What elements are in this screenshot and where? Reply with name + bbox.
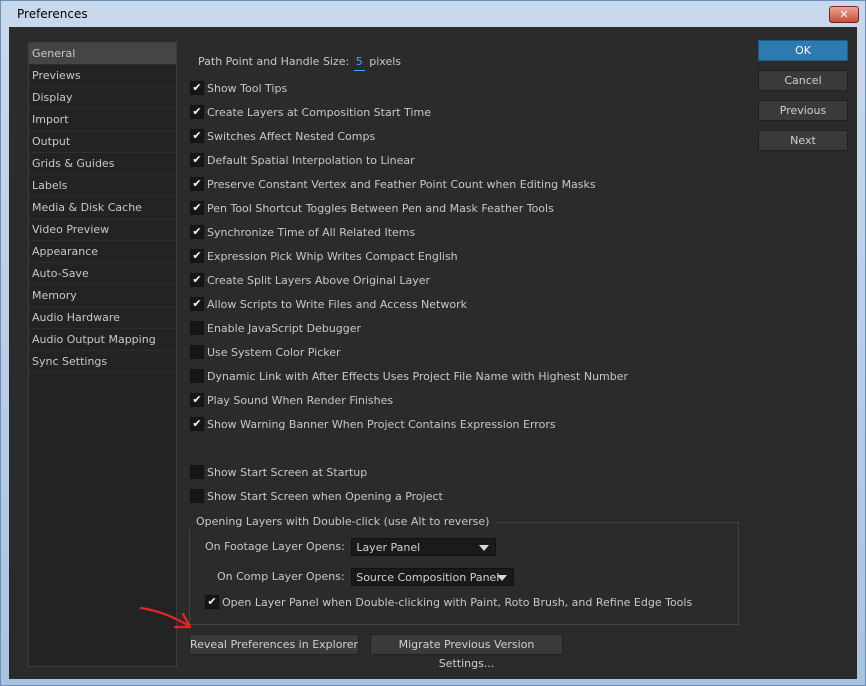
sidebar-item-audio-output-mapping[interactable]: Audio Output Mapping xyxy=(29,329,176,351)
checkbox-row[interactable]: ✔ Show Tool Tips xyxy=(190,81,287,97)
checkbox[interactable] xyxy=(190,465,204,479)
reveal-preferences-button[interactable]: Reveal Preferences in Explorer xyxy=(189,634,359,655)
checkbox-row[interactable]: ✔ Show Warning Banner When Project Contai… xyxy=(190,417,556,433)
checkbox-label: Show Start Screen when Opening a Project xyxy=(207,490,443,503)
checkbox-label: Show Tool Tips xyxy=(207,82,288,95)
checkbox[interactable]: ✔ xyxy=(190,393,204,407)
cancel-button[interactable]: Cancel xyxy=(758,70,848,91)
checkbox-row[interactable]: ✔ Create Split Layers Above Original Laye… xyxy=(190,273,430,289)
next-button[interactable]: Next xyxy=(758,130,848,151)
sidebar-item-grids-guides[interactable]: Grids & Guides xyxy=(29,153,176,175)
checkbox[interactable]: ✔ xyxy=(190,201,204,215)
checkbox-row[interactable]: ✔ Preserve Constant Vertex and Feather Po… xyxy=(190,177,596,193)
checkbox-row[interactable]: ✔ Pen Tool Shortcut Toggles Between Pen a… xyxy=(190,201,554,217)
checkbox-row[interactable]: ✔ Open Layer Panel when Double-clicking w… xyxy=(205,595,692,611)
preferences-window: Preferences ✕ General Previews Display I… xyxy=(0,0,866,686)
checkbox-label: Use System Color Picker xyxy=(207,346,341,359)
checkbox-label: Dynamic Link with After Effects Uses Pro… xyxy=(207,370,629,383)
category-list: General Previews Display Import Output G… xyxy=(28,42,177,667)
checkbox-label: Default Spatial Interpolation to Linear xyxy=(207,154,415,167)
checkbox[interactable]: ✔ xyxy=(190,297,204,311)
checkbox-row[interactable]: Enable JavaScript Debugger xyxy=(190,321,361,337)
checkbox-label: Synchronize Time of All Related Items xyxy=(207,226,416,239)
checkbox-label: Expression Pick Whip Writes Compact Engl… xyxy=(207,250,458,263)
checkbox[interactable] xyxy=(190,369,204,383)
opening-layers-group-title: Opening Layers with Double-click (use Al… xyxy=(188,515,498,529)
sidebar-item-output[interactable]: Output xyxy=(29,131,176,153)
sidebar-item-memory[interactable]: Memory xyxy=(29,285,176,307)
path-point-unit: pixels xyxy=(369,55,401,68)
migrate-settings-button[interactable]: Migrate Previous Version Settings... xyxy=(370,634,563,670)
checkbox[interactable] xyxy=(190,345,204,359)
checkbox-row[interactable]: Dynamic Link with After Effects Uses Pro… xyxy=(190,369,628,385)
sidebar-item-auto-save[interactable]: Auto-Save xyxy=(29,263,176,285)
sidebar-item-audio-hardware[interactable]: Audio Hardware xyxy=(29,307,176,329)
checkbox-row[interactable]: ✔ Switches Affect Nested Comps xyxy=(190,129,375,145)
footage-layer-value: Layer Panel xyxy=(356,541,421,554)
chevron-down-icon xyxy=(479,545,490,551)
comp-layer-dropdown[interactable]: Source Composition Panel xyxy=(351,568,515,586)
checkbox-label: Create Split Layers Above Original Layer xyxy=(207,274,431,287)
checkbox-row[interactable]: ✔ Expression Pick Whip Writes Compact Eng… xyxy=(190,249,458,265)
previous-button[interactable]: Previous xyxy=(758,100,848,121)
close-button[interactable]: ✕ xyxy=(829,6,859,23)
checkbox-label: Pen Tool Shortcut Toggles Between Pen an… xyxy=(207,202,554,215)
checkbox-label: Open Layer Panel when Double-clicking wi… xyxy=(222,596,693,609)
checkbox[interactable]: ✔ xyxy=(190,81,204,95)
sidebar-item-appearance[interactable]: Appearance xyxy=(29,241,176,263)
checkbox-label: Play Sound When Render Finishes xyxy=(207,394,394,407)
sidebar-item-display[interactable]: Display xyxy=(29,87,176,109)
checkbox-label: Enable JavaScript Debugger xyxy=(207,322,362,335)
footage-layer-setting: On Footage Layer Opens: Layer Panel xyxy=(205,537,497,557)
checkbox-label: Allow Scripts to Write Files and Access … xyxy=(207,298,467,311)
checkbox[interactable]: ✔ xyxy=(190,225,204,239)
checkbox-label: Create Layers at Composition Start Time xyxy=(207,106,431,119)
checkbox-label: Show Start Screen at Startup xyxy=(207,466,368,479)
general-settings-panel: Path Point and Handle Size: 5 pixels ✔ Sh… xyxy=(188,27,749,679)
title-bar[interactable]: Preferences ✕ xyxy=(1,1,865,27)
path-point-size-input[interactable]: 5 xyxy=(353,54,365,71)
checkbox-row[interactable]: Use System Color Picker xyxy=(190,345,341,361)
checkbox-row[interactable]: ✔ Default Spatial Interpolation to Linear xyxy=(190,153,415,169)
sidebar-item-import[interactable]: Import xyxy=(29,109,176,131)
close-icon: ✕ xyxy=(839,8,849,21)
checkbox[interactable]: ✔ xyxy=(190,153,204,167)
sidebar-item-video-preview[interactable]: Video Preview xyxy=(29,219,176,241)
comp-layer-setting: On Comp Layer Opens: Source Composition … xyxy=(217,567,515,587)
checkbox-label: Switches Affect Nested Comps xyxy=(207,130,376,143)
chevron-down-icon xyxy=(497,575,508,581)
checkbox-label: Show Warning Banner When Project Contain… xyxy=(207,418,556,431)
window-title: Preferences xyxy=(17,7,88,21)
sidebar-item-labels[interactable]: Labels xyxy=(29,175,176,197)
sidebar-item-general[interactable]: General xyxy=(29,43,176,65)
checkbox[interactable]: ✔ xyxy=(190,417,204,431)
footage-layer-label: On Footage Layer Opens: xyxy=(205,540,345,553)
checkbox-row[interactable]: ✔ Play Sound When Render Finishes xyxy=(190,393,393,409)
dialog-body: General Previews Display Import Output G… xyxy=(9,27,857,679)
checkbox-row[interactable]: ✔ Create Layers at Composition Start Time xyxy=(190,105,431,121)
checkbox[interactable]: ✔ xyxy=(205,595,219,609)
checkbox[interactable] xyxy=(190,321,204,335)
checkbox[interactable]: ✔ xyxy=(190,129,204,143)
checkbox[interactable]: ✔ xyxy=(190,105,204,119)
annotation-arrow-icon xyxy=(139,606,192,629)
checkbox-row[interactable]: Show Start Screen at Startup xyxy=(190,465,367,481)
checkbox-row[interactable]: Show Start Screen when Opening a Project xyxy=(190,489,443,505)
checkbox[interactable]: ✔ xyxy=(190,273,204,287)
checkbox[interactable] xyxy=(190,489,204,503)
sidebar-item-media-disk-cache[interactable]: Media & Disk Cache xyxy=(29,197,176,219)
checkbox[interactable]: ✔ xyxy=(190,249,204,263)
checkbox-label: Preserve Constant Vertex and Feather Poi… xyxy=(207,178,596,191)
path-point-label: Path Point and Handle Size: xyxy=(198,55,350,68)
path-point-setting: Path Point and Handle Size: 5 pixels xyxy=(198,54,401,71)
checkbox-row[interactable]: ✔ Synchronize Time of All Related Items xyxy=(190,225,415,241)
comp-layer-value: Source Composition Panel xyxy=(356,571,500,584)
ok-button[interactable]: OK xyxy=(758,40,848,61)
checkbox[interactable]: ✔ xyxy=(190,177,204,191)
comp-layer-label: On Comp Layer Opens: xyxy=(217,570,345,583)
checkbox-row[interactable]: ✔ Allow Scripts to Write Files and Access… xyxy=(190,297,467,313)
sidebar-item-previews[interactable]: Previews xyxy=(29,65,176,87)
footage-layer-dropdown[interactable]: Layer Panel xyxy=(351,538,497,556)
sidebar-item-sync-settings[interactable]: Sync Settings xyxy=(29,351,176,373)
